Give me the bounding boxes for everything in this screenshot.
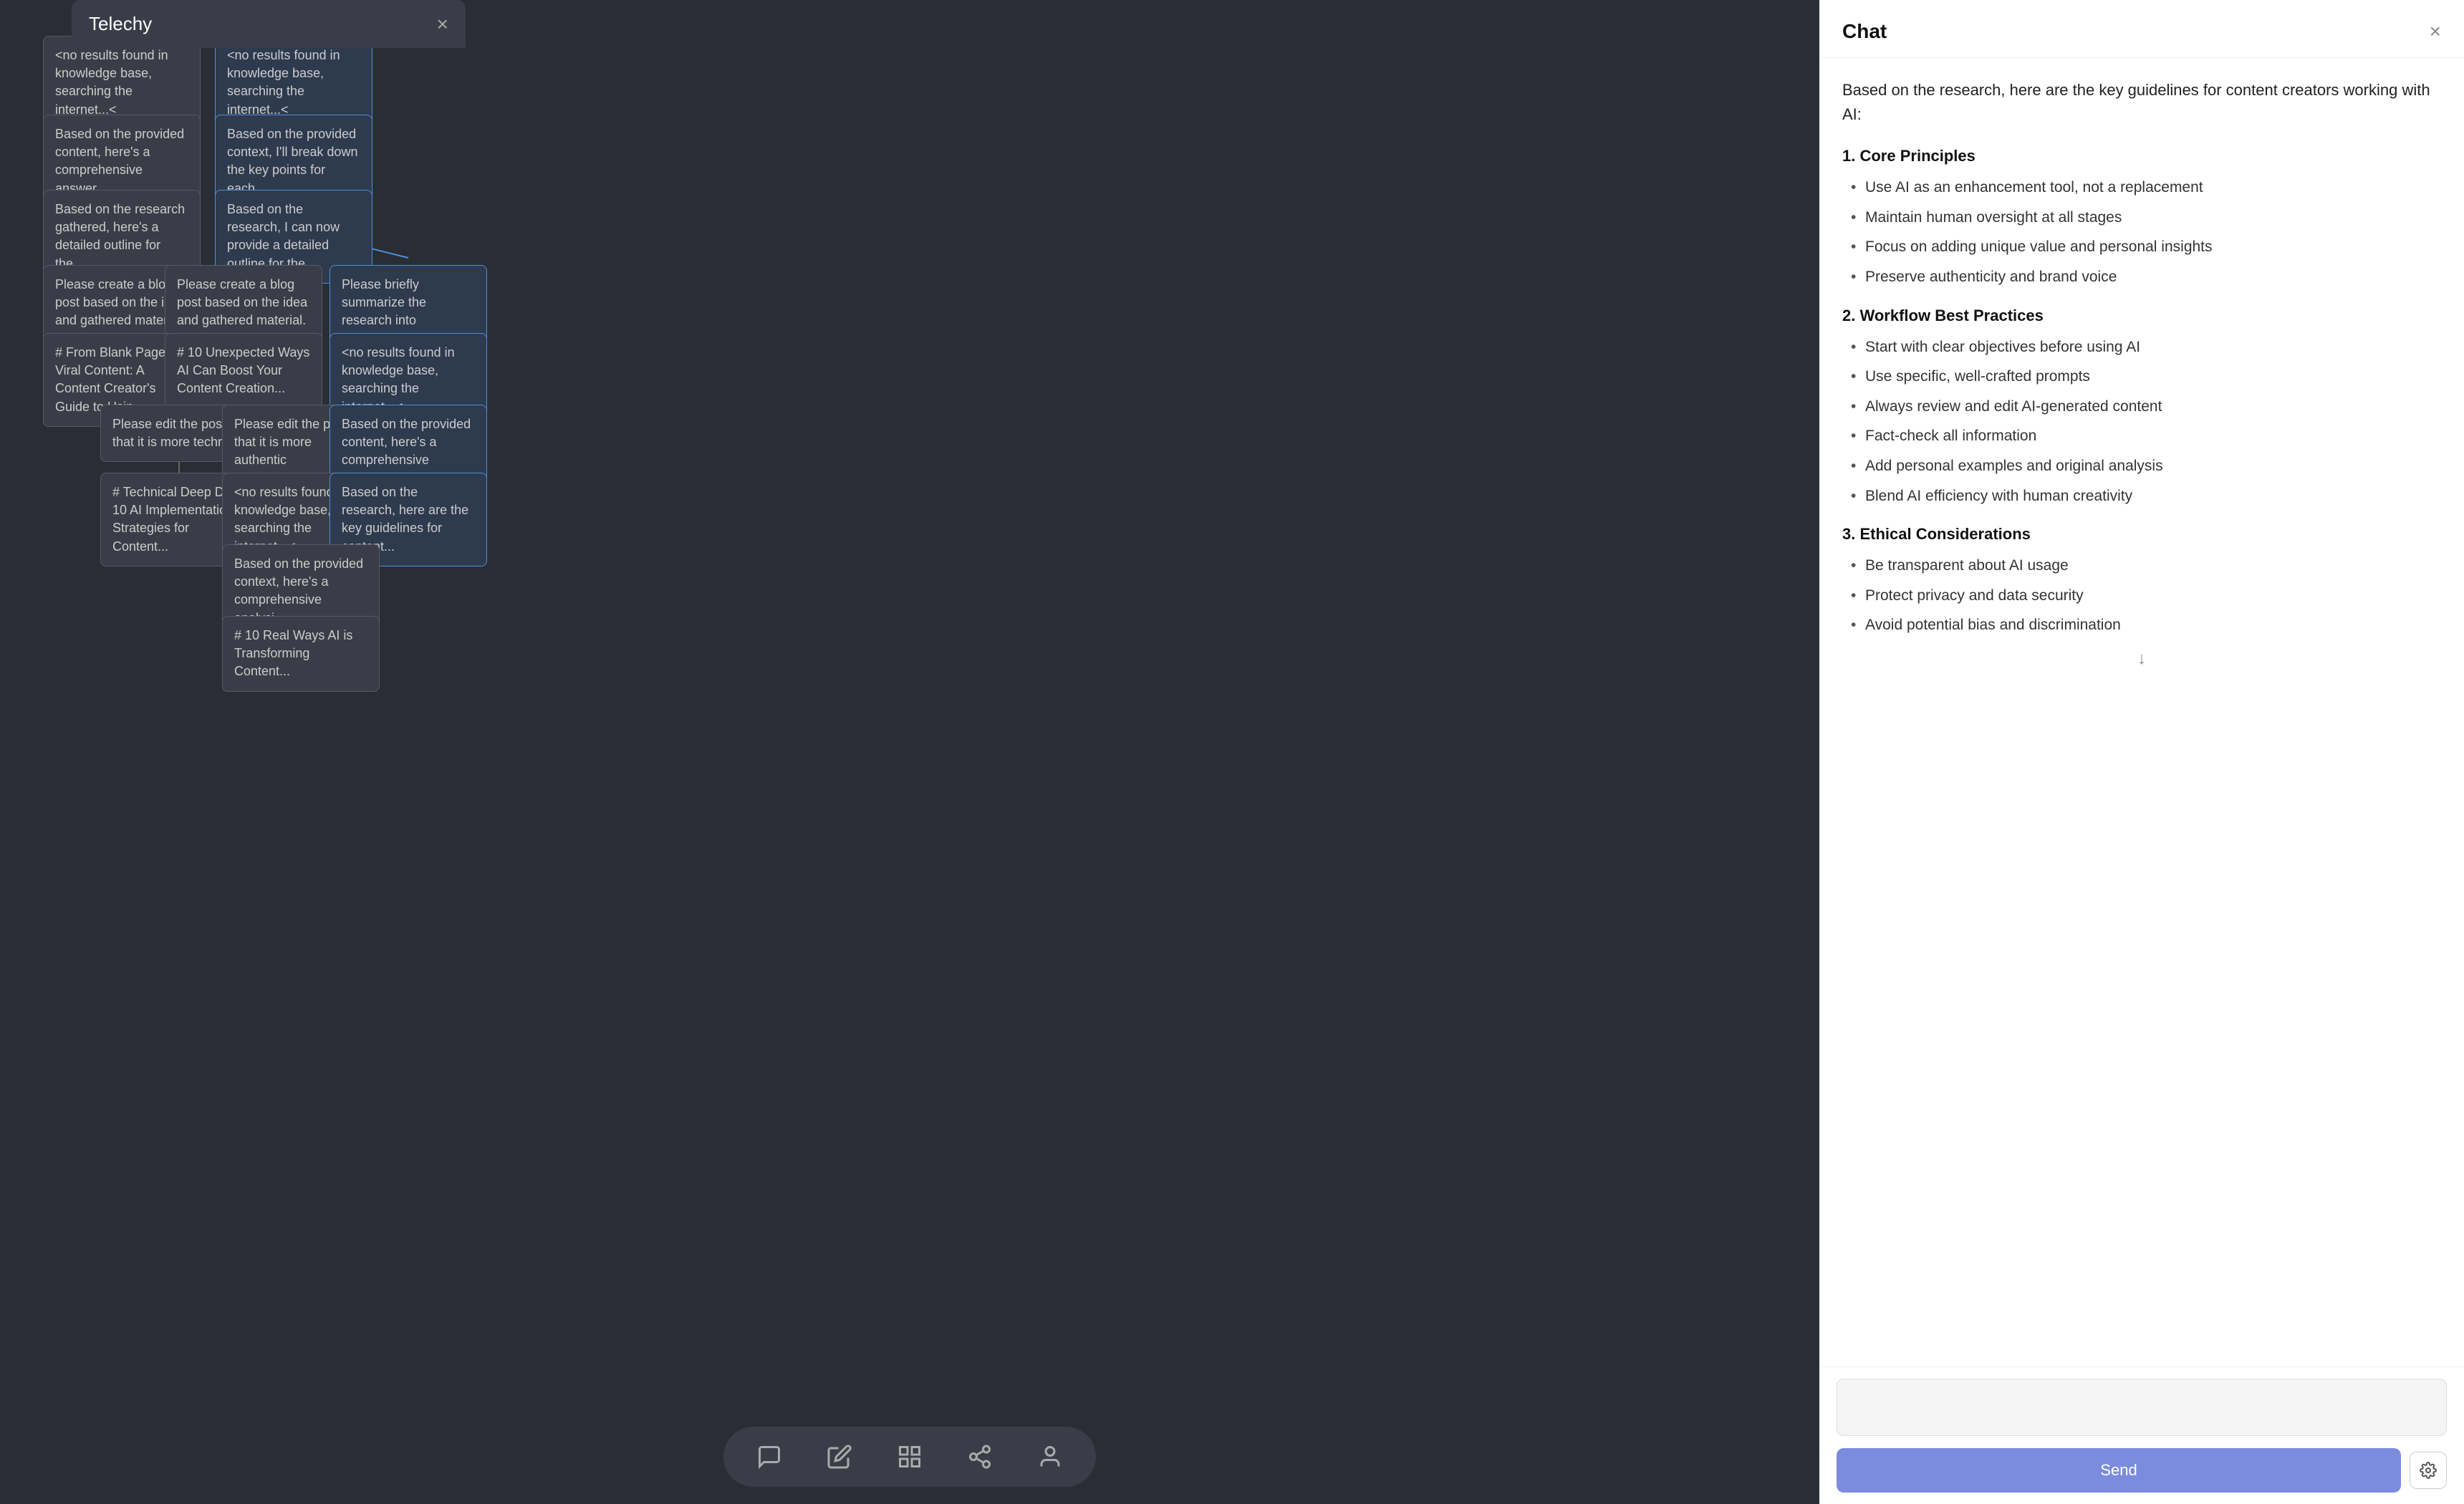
bullet-item: Focus on adding unique value and persona… — [1851, 235, 2441, 259]
node-text: Based on the provided context, I'll brea… — [227, 127, 358, 196]
section-number-3: 3. — [1842, 525, 1855, 543]
node-text: Based on the provided context, here's a … — [234, 556, 363, 625]
chat-header: Chat × — [1819, 0, 2464, 58]
bullet-item: Use specific, well-crafted prompts — [1851, 365, 2441, 389]
node-text: Based on the research, here are the key … — [342, 485, 468, 554]
flow-node-n8[interactable]: Please create a blog post based on the i… — [165, 265, 322, 341]
section-title-1: 1. Core Principles — [1842, 147, 2441, 165]
flow-node-n11[interactable]: # 10 Unexpected Ways AI Can Boost Your C… — [165, 333, 322, 409]
chat-send-row: Send — [1837, 1448, 2447, 1493]
section-heading-1: Core Principles — [1859, 147, 1975, 165]
chat-section-3: 3. Ethical Considerations Be transparent… — [1842, 525, 2441, 637]
section-heading-3: Ethical Considerations — [1859, 525, 2030, 543]
section-bullets-3: Be transparent about AI usage Protect pr… — [1842, 554, 2441, 637]
chat-panel: Chat × Based on the research, here are t… — [1819, 0, 2464, 1504]
node-text: <no results found in knowledge base, sea… — [342, 345, 455, 414]
node-text: # From Blank Page to Viral Content: A Co… — [55, 345, 180, 414]
bullet-item: Protect privacy and data security — [1851, 584, 2441, 608]
section-bullets-1: Use AI as an enhancement tool, not a rep… — [1842, 175, 2441, 289]
node-text: Please create a blog post based on the i… — [177, 277, 307, 327]
chat-content: Based on the research, here are the key … — [1819, 58, 2464, 1366]
flow-node-n20[interactable]: # 10 Real Ways AI is Transforming Conten… — [222, 616, 380, 692]
share-toolbar-icon[interactable] — [963, 1440, 997, 1474]
bottom-toolbar — [723, 1427, 1096, 1487]
bullet-item: Use AI as an enhancement tool, not a rep… — [1851, 175, 2441, 200]
telechy-close-button[interactable]: × — [437, 14, 448, 34]
telechy-title: Telechy — [89, 13, 152, 35]
chat-input-field[interactable] — [1837, 1379, 2447, 1436]
node-text: # 10 Real Ways AI is Transforming Conten… — [234, 628, 352, 678]
chat-close-button[interactable]: × — [2430, 20, 2441, 43]
bullet-item: Fact-check all information — [1851, 424, 2441, 448]
bullet-item: Add personal examples and original analy… — [1851, 454, 2441, 478]
section-heading-2: Workflow Best Practices — [1859, 307, 2043, 324]
node-text: <no results found in knowledge base, sea… — [227, 48, 340, 117]
bullet-item: Always review and edit AI-generated cont… — [1851, 395, 2441, 419]
bullet-item: Be transparent about AI usage — [1851, 554, 2441, 578]
node-text: <no results found in knowledge base, sea… — [55, 48, 168, 117]
edit-toolbar-icon[interactable] — [822, 1440, 857, 1474]
scroll-down-indicator: ↓ — [1842, 643, 2441, 675]
chat-section-1: 1. Core Principles Use AI as an enhancem… — [1842, 147, 2441, 289]
person-toolbar-icon[interactable] — [1033, 1440, 1067, 1474]
chat-settings-button[interactable] — [2410, 1452, 2447, 1489]
chat-toolbar-icon[interactable] — [752, 1440, 786, 1474]
flow-panel: Telechy × — [0, 0, 1819, 1504]
chat-send-button[interactable]: Send — [1837, 1448, 2401, 1493]
section-number-2: 2. — [1842, 307, 1855, 324]
chat-section-2: 2. Workflow Best Practices Start with cl… — [1842, 307, 2441, 508]
bullet-item: Maintain human oversight at all stages — [1851, 206, 2441, 230]
bullet-item: Avoid potential bias and discrimination — [1851, 613, 2441, 637]
bullet-item: Blend AI efficiency with human creativit… — [1851, 484, 2441, 508]
section-number-1: 1. — [1842, 147, 1855, 165]
section-bullets-2: Start with clear objectives before using… — [1842, 335, 2441, 508]
node-text: Based on the research gathered, here's a… — [55, 202, 185, 271]
node-text: Based on the research, I can now provide… — [227, 202, 340, 271]
node-text: # 10 Unexpected Ways AI Can Boost Your C… — [177, 345, 309, 395]
grid-toolbar-icon[interactable] — [892, 1440, 927, 1474]
chat-input-area: Send — [1819, 1366, 2464, 1504]
section-title-3: 3. Ethical Considerations — [1842, 525, 2441, 544]
chat-title: Chat — [1842, 20, 1887, 43]
bullet-item: Start with clear objectives before using… — [1851, 335, 2441, 360]
chat-intro-text: Based on the research, here are the key … — [1842, 78, 2441, 127]
node-text: Based on the provided content, here's a … — [55, 127, 184, 196]
section-title-2: 2. Workflow Best Practices — [1842, 307, 2441, 325]
telechy-bar: Telechy × — [72, 0, 466, 48]
bullet-item: Preserve authenticity and brand voice — [1851, 265, 2441, 289]
